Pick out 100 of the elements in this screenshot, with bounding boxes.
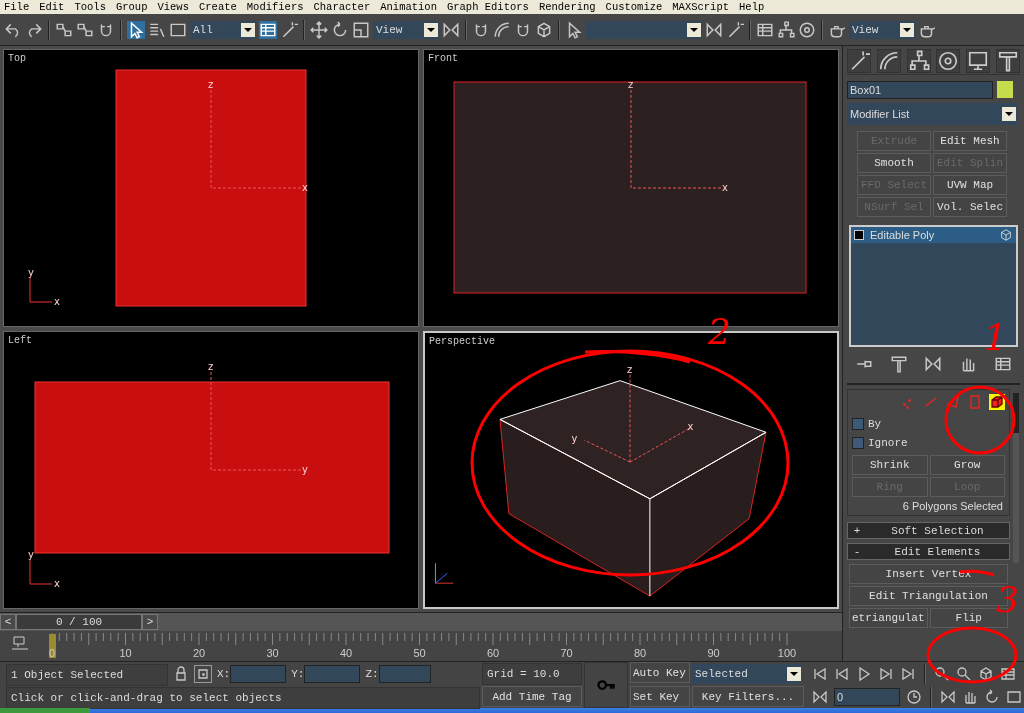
- next-frame-icon[interactable]: [878, 666, 894, 682]
- material-editor-icon[interactable]: [798, 20, 816, 39]
- zoom-icon[interactable]: [934, 666, 950, 682]
- element-level-icon[interactable]: [989, 394, 1005, 410]
- start-button[interactable]: [0, 708, 90, 713]
- viewport-label[interactable]: Top: [8, 53, 26, 64]
- stack-item[interactable]: Editable Poly: [851, 227, 1016, 243]
- selection-filter-dropdown[interactable]: All: [190, 20, 256, 39]
- menu-item[interactable]: Edit: [39, 0, 65, 14]
- window-crossing-icon[interactable]: [259, 20, 277, 39]
- named-selection-dropdown[interactable]: [586, 20, 702, 39]
- scale-icon[interactable]: [352, 20, 370, 39]
- selection-button[interactable]: Grow: [929, 455, 1005, 475]
- viewport-label[interactable]: Left: [8, 335, 32, 346]
- y-coordinate-field[interactable]: [304, 665, 361, 683]
- viewport-label[interactable]: Front: [428, 53, 458, 64]
- play-icon[interactable]: [856, 666, 872, 682]
- menu-item[interactable]: Customize: [605, 0, 663, 14]
- checkbox-label: By: [868, 417, 882, 430]
- rollout-header[interactable]: + Soft Selection: [847, 522, 1010, 539]
- checkbox[interactable]: [852, 417, 864, 430]
- move-icon[interactable]: [310, 20, 328, 39]
- modifier-button[interactable]: UVW Map: [933, 175, 1007, 195]
- previous-frame-icon[interactable]: [834, 666, 850, 682]
- selection-button[interactable]: Shrink: [852, 455, 928, 475]
- menu-item[interactable]: Group: [115, 0, 148, 14]
- frame-number: 80: [633, 647, 647, 659]
- frame-number: 40: [339, 647, 353, 659]
- go-to-start-icon[interactable]: [812, 666, 828, 682]
- motion-icon[interactable]: [936, 49, 961, 73]
- object-color-swatch[interactable]: [997, 81, 1013, 98]
- rollout-header[interactable]: - Edit Elements: [847, 543, 1010, 560]
- auto-key-button[interactable]: Auto Key: [630, 662, 690, 683]
- menu-item[interactable]: Graph Editors: [446, 0, 529, 14]
- x-coordinate-field[interactable]: [230, 665, 287, 683]
- modifier-button[interactable]: Edit Mesh: [933, 131, 1007, 151]
- current-frame-field[interactable]: 0: [834, 688, 900, 706]
- key-filters-button[interactable]: Key Filters...: [692, 686, 804, 707]
- add-time-tag-button[interactable]: Add Time Tag: [482, 686, 582, 707]
- previous-frame-button[interactable]: <: [0, 614, 16, 630]
- edit-elements-button[interactable]: etriangulat: [849, 608, 928, 628]
- scrollbar[interactable]: [1013, 393, 1019, 563]
- axis-tripod-drawing: [434, 562, 454, 584]
- menu-item[interactable]: MAXScript: [672, 0, 730, 14]
- curve-editor-toggle-icon[interactable]: [11, 636, 29, 650]
- selection-count: 1 Object Selected: [6, 663, 168, 686]
- arc-rotate-icon[interactable]: [984, 689, 1000, 705]
- modifier-button[interactable]: Smooth: [857, 153, 931, 173]
- absolute-mode-icon[interactable]: [194, 665, 212, 683]
- go-to-end-icon[interactable]: [900, 666, 916, 682]
- zoom-extents-all-icon[interactable]: [1000, 666, 1016, 682]
- frame-number: 10: [119, 647, 132, 659]
- axis-tripod-drawing: y x: [28, 549, 60, 589]
- checkbox[interactable]: [852, 436, 864, 449]
- hierarchy-icon[interactable]: [906, 49, 931, 73]
- menu-item[interactable]: Animation: [380, 0, 437, 14]
- menu-item[interactable]: Help: [739, 0, 765, 14]
- y-label: Y:: [291, 668, 305, 680]
- manipulate-icon[interactable]: [280, 20, 298, 39]
- frame-number: 70: [560, 647, 573, 659]
- schematic-icon[interactable]: [777, 20, 795, 39]
- angle-snap-icon[interactable]: [493, 20, 511, 39]
- time-slider[interactable]: < 0 / 100 >: [0, 612, 842, 631]
- pan-icon[interactable]: [962, 689, 978, 705]
- menu-item[interactable]: Rendering: [538, 0, 596, 14]
- zoom-extents-icon[interactable]: [978, 666, 994, 682]
- maximize-viewport-icon[interactable]: [1006, 689, 1022, 705]
- frame-number: 50: [413, 647, 426, 659]
- lock-icon[interactable]: [173, 666, 189, 682]
- zoom-all-icon[interactable]: [956, 666, 972, 682]
- utilities-icon[interactable]: [996, 49, 1020, 73]
- select-icon[interactable]: [127, 20, 145, 39]
- frame-counter: 0 / 100: [16, 614, 142, 630]
- checkbox-label: Ignore: [868, 436, 908, 449]
- menu-item[interactable]: Character: [313, 0, 371, 14]
- spinner-snap-icon[interactable]: [535, 20, 553, 39]
- menu-item[interactable]: Tools: [74, 0, 106, 14]
- key-mode-dropdown[interactable]: Selected: [692, 664, 802, 684]
- render-view-dropdown[interactable]: View: [849, 20, 915, 39]
- menu-item[interactable]: File: [4, 0, 30, 14]
- rotate-icon[interactable]: [331, 20, 349, 39]
- reference-coordinate-dropdown[interactable]: View: [373, 20, 439, 39]
- configure-sets-icon[interactable]: [993, 355, 1012, 373]
- menu-item[interactable]: Create: [199, 0, 237, 14]
- cube-icon: [999, 228, 1013, 242]
- menu-item[interactable]: Views: [157, 0, 189, 14]
- z-coordinate-field[interactable]: [378, 665, 431, 683]
- create-icon[interactable]: [847, 49, 871, 73]
- modifier-button[interactable]: Vol. Selec: [933, 197, 1007, 217]
- next-frame-button[interactable]: >: [142, 614, 158, 630]
- time-configuration-icon[interactable]: [906, 689, 922, 705]
- set-key-mode-button[interactable]: Set Key: [630, 686, 690, 707]
- menu-item[interactable]: Modifiers: [246, 0, 304, 14]
- expand-icon[interactable]: [854, 230, 864, 240]
- modify-icon[interactable]: [876, 49, 901, 73]
- object-name-field[interactable]: Box01: [847, 81, 993, 99]
- viewport[interactable]: Left z y y x: [3, 331, 419, 609]
- viewport-label[interactable]: Perspective: [429, 336, 495, 347]
- modifier-list-dropdown[interactable]: Modifier List: [847, 103, 1017, 125]
- display-icon[interactable]: [966, 49, 991, 73]
